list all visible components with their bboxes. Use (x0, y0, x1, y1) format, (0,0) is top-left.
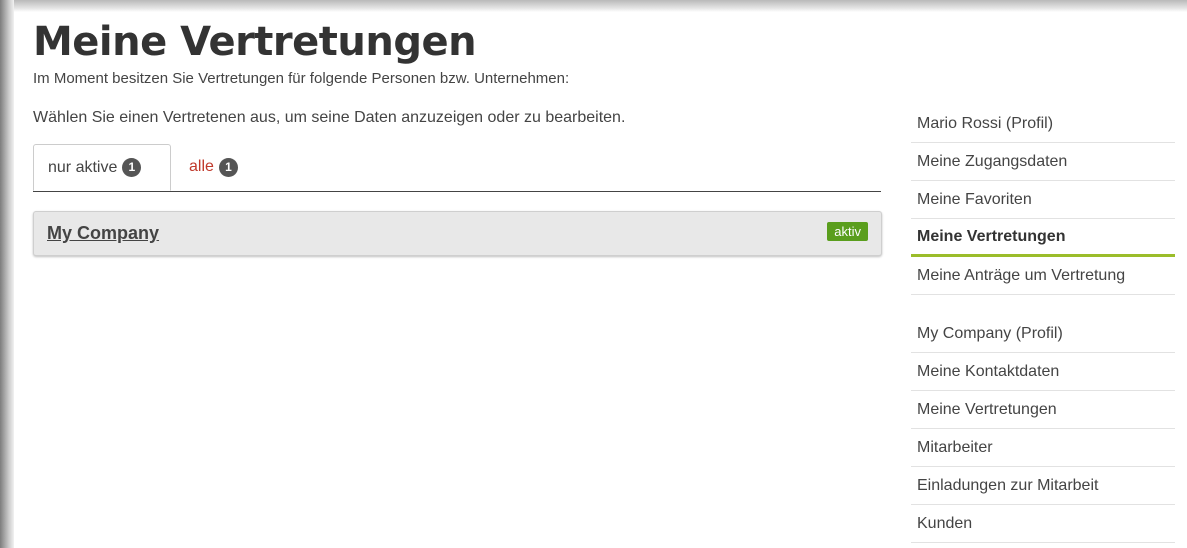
sidebar-item-profil[interactable]: Mario Rossi (Profil) (911, 105, 1175, 143)
window-left-edge (0, 0, 14, 548)
sidebar-item-mitarbeiter[interactable]: Mitarbeiter (911, 429, 1175, 467)
tab-label: alle (189, 158, 214, 175)
sidebar-item-vertretungen[interactable]: Meine Vertretungen (911, 219, 1175, 257)
count-badge: 1 (122, 158, 142, 177)
sidebar-item-zugangsdaten[interactable]: Meine Zugangsdaten (911, 143, 1175, 181)
entry-name-link[interactable]: My Company (47, 223, 159, 244)
sidebar-item-kontaktdaten[interactable]: Meine Kontaktdaten (911, 353, 1175, 391)
page-instruction: Wählen Sie einen Vertretenen aus, um sei… (33, 109, 626, 126)
tab-alle[interactable]: alle 1 (189, 144, 238, 190)
sidebar-item-antraege[interactable]: Meine Anträge um Vertretung (911, 257, 1175, 295)
sidebar-nav: Mario Rossi (Profil) Meine Zugangsdaten … (911, 105, 1175, 543)
sidebar-item-kunden[interactable]: Kunden (911, 505, 1175, 543)
sidebar-item-company-vertretungen[interactable]: Meine Vertretungen (911, 391, 1175, 429)
window-top-edge (0, 0, 1187, 12)
tab-label: nur aktive (48, 158, 118, 176)
page-subtitle: Im Moment besitzen Sie Vertretungen für … (33, 70, 570, 87)
sidebar-item-company-profil[interactable]: My Company (Profil) (911, 315, 1175, 353)
list-item[interactable]: My Company aktiv (33, 211, 882, 256)
count-badge: 1 (218, 157, 238, 177)
sidebar-item-favoriten[interactable]: Meine Favoriten (911, 181, 1175, 219)
sidebar-item-einladungen[interactable]: Einladungen zur Mitarbeit (911, 467, 1175, 505)
page-title: Meine Vertretungen (33, 19, 477, 65)
filter-tabs: nur aktive 1 alle 1 (33, 144, 881, 192)
status-badge: aktiv (827, 222, 868, 241)
tab-nur-aktive[interactable]: nur aktive 1 (33, 144, 171, 191)
